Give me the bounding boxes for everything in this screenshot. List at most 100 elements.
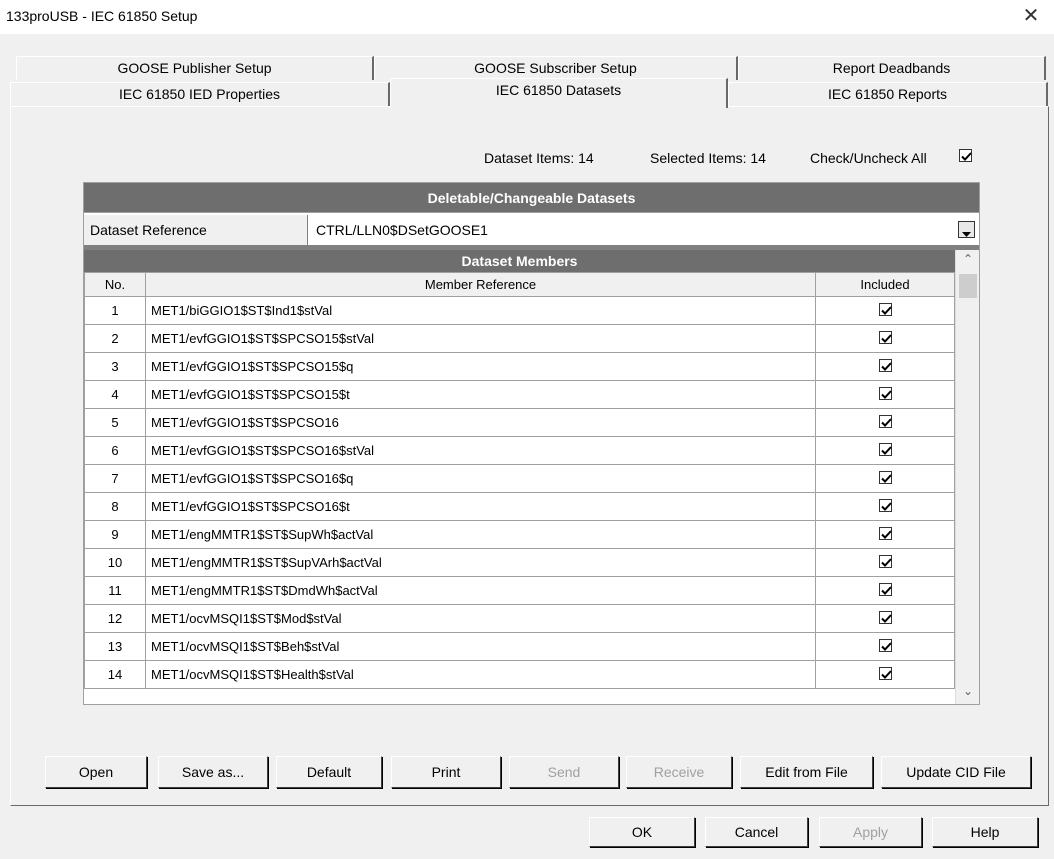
included-checkbox[interactable] <box>878 638 892 652</box>
included-cell <box>815 436 955 465</box>
member-reference: MET1/evfGGIO1$ST$SPCSO16$t <box>145 492 816 521</box>
table-row[interactable]: 5 MET1/evfGGIO1$ST$SPCSO16 <box>84 408 955 437</box>
dataset-items-count: Dataset Items: 14 <box>484 150 594 166</box>
row-number: 3 <box>84 352 146 381</box>
row-number: 11 <box>84 576 146 605</box>
included-checkbox[interactable] <box>878 442 892 456</box>
row-number: 2 <box>84 324 146 353</box>
print-button[interactable]: Print <box>391 756 501 788</box>
included-checkbox[interactable] <box>878 610 892 624</box>
dataset-reference-row: Dataset Reference CTRL/LLN0$DSetGOOSE1 <box>84 215 979 245</box>
tab-report-deadbands[interactable]: Report Deadbands <box>738 56 1046 80</box>
table-row[interactable]: 13 MET1/ocvMSQI1$ST$Beh$stVal <box>84 632 955 661</box>
save-as-button[interactable]: Save as... <box>158 756 268 788</box>
dataset-grid: Deletable/Changeable Datasets Dataset Re… <box>83 182 980 705</box>
included-checkbox[interactable] <box>878 498 892 512</box>
chevron-down-icon[interactable] <box>958 221 975 238</box>
help-button[interactable]: Help <box>932 817 1038 847</box>
receive-button: Receive <box>626 756 732 788</box>
included-cell <box>815 492 955 521</box>
table-row[interactable]: 14 MET1/ocvMSQI1$ST$Health$stVal <box>84 660 955 689</box>
tab-datasets[interactable]: IEC 61850 Datasets <box>390 78 728 108</box>
included-cell <box>815 296 955 325</box>
included-checkbox[interactable] <box>878 526 892 540</box>
included-cell <box>815 380 955 409</box>
tab-reports[interactable]: IEC 61850 Reports <box>728 82 1048 106</box>
table-row[interactable]: 1 MET1/biGGIO1$ST$Ind1$stVal <box>84 296 955 325</box>
included-checkbox[interactable] <box>878 582 892 596</box>
member-reference: MET1/evfGGIO1$ST$SPCSO15$stVal <box>145 324 816 353</box>
table-row[interactable]: 4 MET1/evfGGIO1$ST$SPCSO15$t <box>84 380 955 409</box>
table-row[interactable]: 9 MET1/engMMTR1$ST$SupWh$actVal <box>84 520 955 549</box>
included-cell <box>815 464 955 493</box>
table-row[interactable]: 11 MET1/engMMTR1$ST$DmdWh$actVal <box>84 576 955 605</box>
included-checkbox[interactable] <box>878 666 892 680</box>
section-title: Deletable/Changeable Datasets <box>84 183 979 213</box>
included-cell <box>815 520 955 549</box>
included-cell <box>815 548 955 577</box>
ok-button[interactable]: OK <box>589 817 695 847</box>
included-checkbox[interactable] <box>878 414 892 428</box>
dataset-reference-select[interactable]: CTRL/LLN0$DSetGOOSE1 <box>308 215 979 245</box>
scroll-thumb[interactable] <box>959 274 977 298</box>
update-cid-button[interactable]: Update CID File <box>881 756 1031 788</box>
tab-goose-publisher[interactable]: GOOSE Publisher Setup <box>16 56 374 80</box>
default-button[interactable]: Default <box>276 756 382 788</box>
row-number: 4 <box>84 380 146 409</box>
row-number: 12 <box>84 604 146 633</box>
tab-goose-subscriber[interactable]: GOOSE Subscriber Setup <box>374 56 738 80</box>
check-all-label: Check/Uncheck All <box>810 150 927 166</box>
included-checkbox[interactable] <box>878 358 892 372</box>
table-row[interactable]: 3 MET1/evfGGIO1$ST$SPCSO15$q <box>84 352 955 381</box>
tab-ied-properties[interactable]: IEC 61850 IED Properties <box>10 82 390 106</box>
table-row[interactable]: 8 MET1/evfGGIO1$ST$SPCSO16$t <box>84 492 955 521</box>
row-number: 8 <box>84 492 146 521</box>
included-cell <box>815 604 955 633</box>
included-cell <box>815 576 955 605</box>
table-row[interactable]: 7 MET1/evfGGIO1$ST$SPCSO16$q <box>84 464 955 493</box>
window-title: 133proUSB - IEC 61850 Setup <box>6 8 198 24</box>
row-number: 10 <box>84 548 146 577</box>
member-reference: MET1/engMMTR1$ST$SupVArh$actVal <box>145 548 816 577</box>
members-table: No. Member Reference Included 1 MET1/biGG… <box>84 272 955 689</box>
open-button[interactable]: Open <box>45 756 147 788</box>
included-cell <box>815 408 955 437</box>
row-number: 1 <box>84 296 146 325</box>
table-row[interactable]: 2 MET1/evfGGIO1$ST$SPCSO15$stVal <box>84 324 955 353</box>
member-reference: MET1/evfGGIO1$ST$SPCSO16$q <box>145 464 816 493</box>
vertical-scrollbar[interactable]: ⌃ ⌄ <box>955 250 979 704</box>
row-number: 14 <box>84 660 146 689</box>
included-checkbox[interactable] <box>878 554 892 568</box>
member-reference: MET1/ocvMSQI1$ST$Mod$stVal <box>145 604 816 633</box>
included-cell <box>815 352 955 381</box>
dataset-reference-value: CTRL/LLN0$DSetGOOSE1 <box>316 222 488 238</box>
included-checkbox[interactable] <box>878 302 892 316</box>
included-checkbox[interactable] <box>878 330 892 344</box>
included-checkbox[interactable] <box>878 470 892 484</box>
member-reference: MET1/evfGGIO1$ST$SPCSO16$stVal <box>145 436 816 465</box>
scroll-down-icon[interactable]: ⌄ <box>956 684 979 704</box>
included-cell <box>815 660 955 689</box>
apply-button: Apply <box>819 817 922 847</box>
included-checkbox[interactable] <box>878 386 892 400</box>
member-reference: MET1/ocvMSQI1$ST$Beh$stVal <box>145 632 816 661</box>
selected-items-count: Selected Items: 14 <box>650 150 766 166</box>
send-button: Send <box>509 756 619 788</box>
member-reference: MET1/evfGGIO1$ST$SPCSO15$q <box>145 352 816 381</box>
table-row[interactable]: 6 MET1/evfGGIO1$ST$SPCSO16$stVal <box>84 436 955 465</box>
member-reference: MET1/engMMTR1$ST$DmdWh$actVal <box>145 576 816 605</box>
check-all-checkbox[interactable] <box>959 149 972 162</box>
cancel-button[interactable]: Cancel <box>705 817 808 847</box>
col-member-header: Member Reference <box>145 272 816 297</box>
table-row[interactable]: 12 MET1/ocvMSQI1$ST$Mod$stVal <box>84 604 955 633</box>
row-number: 13 <box>84 632 146 661</box>
scroll-up-icon[interactable]: ⌃ <box>956 252 979 272</box>
member-reference: MET1/evfGGIO1$ST$SPCSO15$t <box>145 380 816 409</box>
close-icon[interactable]: ✕ <box>1018 4 1044 28</box>
row-number: 7 <box>84 464 146 493</box>
included-cell <box>815 324 955 353</box>
dataset-reference-label: Dataset Reference <box>84 215 308 245</box>
member-reference: MET1/evfGGIO1$ST$SPCSO16 <box>145 408 816 437</box>
table-row[interactable]: 10 MET1/engMMTR1$ST$SupVArh$actVal <box>84 548 955 577</box>
edit-from-file-button[interactable]: Edit from File <box>740 756 873 788</box>
